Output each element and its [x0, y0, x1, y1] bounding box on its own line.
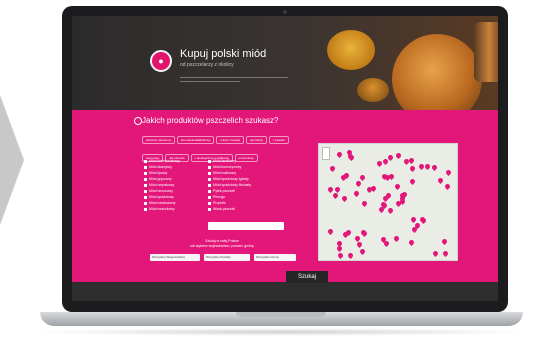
map-pin-icon[interactable] [423, 163, 432, 171]
map-pin-icon[interactable] [352, 189, 360, 197]
laptop-bezel: ● Kupuj polski miód od pszczelarzy z oko… [62, 6, 508, 312]
map-pin-icon[interactable] [347, 251, 355, 259]
laptop-screen: ● Kupuj polski miód od pszczelarzy z oko… [72, 16, 498, 301]
map-pin-icon[interactable] [392, 235, 400, 243]
map-pin-icon[interactable] [360, 199, 368, 207]
laptop-mockup: ● Kupuj polski miód od pszczelarzy z oko… [30, 6, 533, 336]
map-pin-icon[interactable] [394, 151, 402, 159]
footer-bar [72, 282, 498, 301]
map-pin-icon[interactable] [444, 168, 452, 176]
filter-tag[interactable]: pierwszy wiosenny [142, 136, 176, 144]
laptop-shadow [30, 328, 533, 336]
search-panel: Jakich produktów pszczelich szukasz? pie… [72, 110, 498, 282]
map-pin-icon[interactable] [335, 245, 343, 253]
map-pin-icon[interactable] [354, 179, 362, 187]
laptop-notch [236, 312, 326, 317]
hero-subtitle: od pszczelarzy z okolicy [180, 62, 234, 68]
honey-dipper-image [357, 78, 389, 102]
map-view[interactable] [318, 143, 458, 261]
map-pin-icon[interactable] [430, 164, 438, 172]
commune-select[interactable]: Wszystkie Gminy [254, 254, 296, 261]
pollen-bowl-image [327, 30, 375, 70]
camera-icon [283, 10, 287, 14]
map-pin-icon[interactable] [442, 249, 450, 257]
map-pin-icon[interactable] [358, 173, 366, 181]
map-pin-icon[interactable] [393, 183, 401, 191]
filter-tag[interactable]: z pasieki [268, 136, 289, 144]
amount-input[interactable] [208, 222, 284, 230]
carousel-chevron-icon[interactable] [0, 95, 24, 225]
map-pin-icon[interactable] [407, 239, 415, 247]
map-pin-icon[interactable] [326, 186, 334, 194]
hero-description-lines [180, 77, 288, 82]
product-column-right: Miód faceliowy Miód koniczynowy Miód malin… [208, 158, 280, 212]
filter-tag[interactable]: miody z karpat [216, 136, 244, 144]
search-question: Jakich produktów pszczelich szukasz? [142, 116, 279, 125]
map-pin-icon[interactable] [337, 251, 345, 260]
map-pin-icon[interactable] [437, 176, 445, 184]
map-pin-icon[interactable] [440, 238, 448, 246]
region-select[interactable]: Wszystkie Województwa [150, 254, 200, 261]
map-pin-icon[interactable] [340, 195, 349, 203]
region-hint-line-2: lub wybierz województwo, powiat i gminę [190, 244, 254, 248]
region-hint: Szukaj w całej Polsce lub wybierz wojewó… [142, 239, 302, 249]
map-pin-icon[interactable] [336, 151, 344, 159]
filter-tag[interactable]: ogrodowy [245, 136, 267, 144]
map-pin-icon[interactable] [328, 165, 337, 173]
map-pin-icon[interactable] [359, 248, 367, 256]
search-button[interactable]: Szukaj [286, 271, 328, 283]
map-pin-icon[interactable] [327, 227, 335, 235]
hero-title: Kupuj polski miód [180, 48, 267, 60]
map-pin-icon[interactable] [386, 207, 394, 215]
map-pin-icon[interactable] [444, 182, 452, 190]
search-icon [134, 117, 142, 125]
product-checkbox[interactable]: Wosk pszczeli [208, 206, 280, 212]
filter-tag[interactable]: letni wieloskładnikowy [177, 136, 215, 144]
map-pin-icon[interactable] [341, 231, 349, 239]
product-column-left: Miód wielokwiatowy Miód akacjowy Miód lipo… [144, 158, 216, 212]
hero-banner: ● Kupuj polski miód od pszczelarzy z oko… [72, 16, 498, 124]
map-pin-icon[interactable] [409, 165, 417, 173]
map-pin-icon[interactable] [432, 249, 440, 257]
map-pin-icon[interactable] [409, 178, 417, 186]
county-select[interactable]: Wszystkie Powiaty [204, 254, 250, 261]
map-pin-icon[interactable] [381, 158, 389, 166]
glass-jar-image [474, 22, 498, 82]
product-checkbox[interactable]: Miód mniszkowy [144, 206, 216, 212]
map-pin-icon[interactable] [331, 191, 339, 199]
zoom-control[interactable] [322, 147, 330, 160]
hero-description [180, 76, 290, 86]
site-logo[interactable]: ● [150, 50, 172, 72]
